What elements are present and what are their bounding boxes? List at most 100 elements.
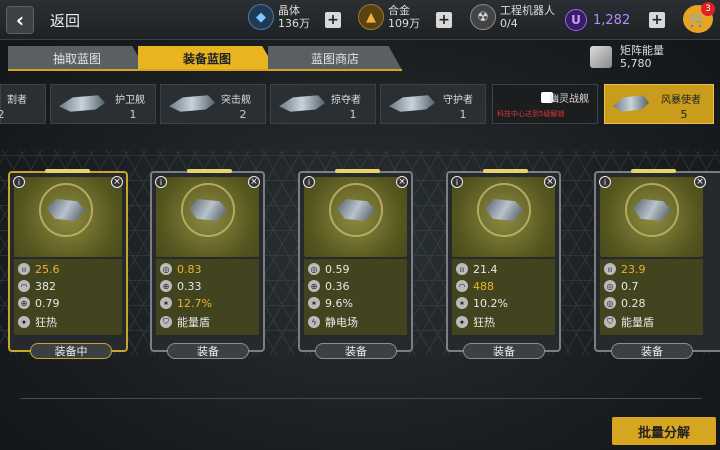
close-icon[interactable]: × (694, 176, 706, 188)
blueprint-card[interactable]: i × ◎ 0.59 ⊕ 0.36 ✶ 9.6% ϟ 静电场 装备 (298, 169, 413, 359)
stat-damage: ıı 23.9 (604, 262, 646, 276)
card-art (14, 177, 122, 257)
ship-item-phantom-locked[interactable]: 幽灵战舰 科技中心达到5级解锁 (492, 84, 598, 124)
alloy-value: 109万 (388, 17, 420, 30)
info-icon[interactable]: i (303, 176, 315, 188)
info-icon[interactable]: i (599, 176, 611, 188)
stat-hp: ◠ 488 (456, 279, 494, 293)
ship-name: 守护者 (443, 95, 473, 106)
stat-skill: ⛉ 能量盾 (604, 315, 654, 329)
stat-skill: ⛉ 能量盾 (160, 315, 210, 329)
guardian-ship-icon (389, 95, 435, 112)
ammo-icon: ıı (604, 263, 616, 275)
crystal-value: 136万 (278, 17, 310, 30)
close-icon[interactable]: × (544, 176, 556, 188)
add-crystal-button[interactable]: + (325, 12, 341, 28)
ship-item-assault[interactable]: 突击舰 2 (160, 84, 266, 124)
stat-skill: ✦ 狂热 (456, 315, 495, 329)
blueprint-card[interactable]: i × ıı 21.4 ◠ 488 ✶ 10.2% ✦ 狂热 装备 (446, 169, 561, 359)
shop-badge: 3 (701, 2, 715, 16)
currency-display: U 1,282 (565, 9, 630, 31)
ship-count: 1 (129, 108, 137, 121)
shop-cart-button[interactable]: 🛒 3 (683, 2, 715, 33)
tab-draw-blueprint[interactable]: 抽取蓝图 (8, 46, 146, 70)
tab-blueprint-shop[interactable]: 蓝图商店 (268, 46, 402, 70)
crystal-icon: ◆ (248, 4, 274, 30)
add-alloy-button[interactable]: + (436, 12, 452, 28)
equip-button[interactable]: 装备 (315, 343, 397, 359)
robot-icon: ☢ (470, 4, 496, 30)
ship-item-guardian[interactable]: 守护者 1 (380, 84, 486, 124)
robot-value: 0/4 (500, 17, 518, 30)
blueprint-card[interactable]: i × ◎ 0.83 ⊕ 0.33 ✶ 12.7% ⛉ 能量盾 装备 (150, 169, 265, 359)
stat-skill: ✦ 狂热 (18, 315, 57, 329)
equip-button[interactable]: 装备 (611, 343, 693, 359)
divider (20, 398, 702, 399)
plunderer-ship-icon (279, 95, 325, 112)
stat-2: ◎ 0.7 (604, 279, 639, 293)
ship-item-escort[interactable]: 护卫舰 1 (50, 84, 156, 124)
blueprint-card[interactable]: i × ıı 23.9 ◎ 0.7 ◎ 0.28 ⛉ 能量盾 装备 (594, 169, 720, 359)
shield-arc-icon: ◠ (18, 280, 30, 292)
u-currency-icon: U (565, 9, 587, 31)
crosshair-icon: ⊕ (160, 280, 172, 292)
unlock-hint: 科技中心达到5级解锁 (497, 110, 565, 118)
stat-accuracy: ⊕ 0.79 (18, 296, 60, 310)
ship-count: 1 (349, 108, 357, 121)
stat-3: ✶ 10.2% (456, 296, 508, 310)
stat-2: ⊕ 0.33 (160, 279, 202, 293)
stat-damage: ıı 21.4 (456, 262, 498, 276)
blueprint-card[interactable]: i × ıı 25.6 ◠ 382 ⊕ 0.79 ✦ 狂热 装备中 (8, 169, 128, 359)
target-icon: ◎ (160, 263, 172, 275)
card-stats: ıı 23.9 ◎ 0.7 ◎ 0.28 ⛉ 能量盾 (600, 259, 703, 335)
stat-hp: ◠ 382 (18, 279, 56, 293)
stat-skill: ϟ 静电场 (308, 315, 358, 329)
card-art (600, 177, 703, 257)
stat-2: ⊕ 0.36 (308, 279, 350, 293)
ship-item-plunderer[interactable]: 掠夺者 1 (270, 84, 376, 124)
burst-icon: ✶ (308, 297, 320, 309)
add-currency-button[interactable]: + (649, 12, 665, 28)
card-stats: ◎ 0.83 ⊕ 0.33 ✶ 12.7% ⛉ 能量盾 (156, 259, 259, 335)
alloy-icon: ▲ (358, 4, 384, 30)
close-icon[interactable]: × (111, 176, 123, 188)
back-label[interactable]: 返回 (50, 10, 80, 31)
card-glow (45, 169, 90, 173)
escort-ship-icon (59, 95, 105, 112)
ammo-icon: ıı (18, 263, 30, 275)
close-icon[interactable]: × (248, 176, 260, 188)
static-field-icon: ϟ (308, 316, 320, 328)
skill-icon: ✦ (456, 316, 468, 328)
stormbringer-ship-icon (613, 95, 649, 112)
stat-3: ✶ 12.7% (160, 296, 212, 310)
card-art (156, 177, 259, 257)
tab-equip-blueprint[interactable]: 装备蓝图 (138, 46, 276, 70)
close-icon[interactable]: × (396, 176, 408, 188)
equip-button[interactable]: 装备 (167, 343, 249, 359)
ship-name: 突击舰 (221, 95, 251, 106)
currency-value: 1,282 (593, 12, 631, 28)
ship-item-cutter[interactable]: 割者 2 (0, 84, 46, 124)
card-glow (335, 169, 380, 173)
info-icon[interactable]: i (13, 176, 25, 188)
alloy-resource: ▲ 合金 109万 (358, 4, 420, 30)
matrix-cube-icon (590, 46, 612, 68)
ship-name: 风暴使者 (661, 95, 701, 106)
stat-1: ◎ 0.83 (160, 262, 202, 276)
info-icon[interactable]: i (155, 176, 167, 188)
alloy-label: 合金 (388, 4, 410, 17)
robot-label: 工程机器人 (500, 4, 555, 17)
card-glow (483, 169, 528, 173)
equip-button[interactable]: 装备中 (30, 343, 112, 359)
ship-count: 5 (680, 108, 688, 121)
ship-item-stormbringer[interactable]: 风暴使者 5 (604, 84, 714, 124)
card-art (452, 177, 555, 257)
card-stats: ıı 25.6 ◠ 382 ⊕ 0.79 ✦ 狂热 (14, 259, 122, 335)
crosshair-icon: ⊕ (18, 297, 30, 309)
info-icon[interactable]: i (451, 176, 463, 188)
back-button[interactable]: ‹ (6, 6, 34, 34)
batch-disassemble-button[interactable]: 批量分解 (612, 417, 716, 445)
ship-name: 割者 (7, 95, 27, 106)
equip-button[interactable]: 装备 (463, 343, 545, 359)
ship-name: 护卫舰 (115, 95, 145, 106)
